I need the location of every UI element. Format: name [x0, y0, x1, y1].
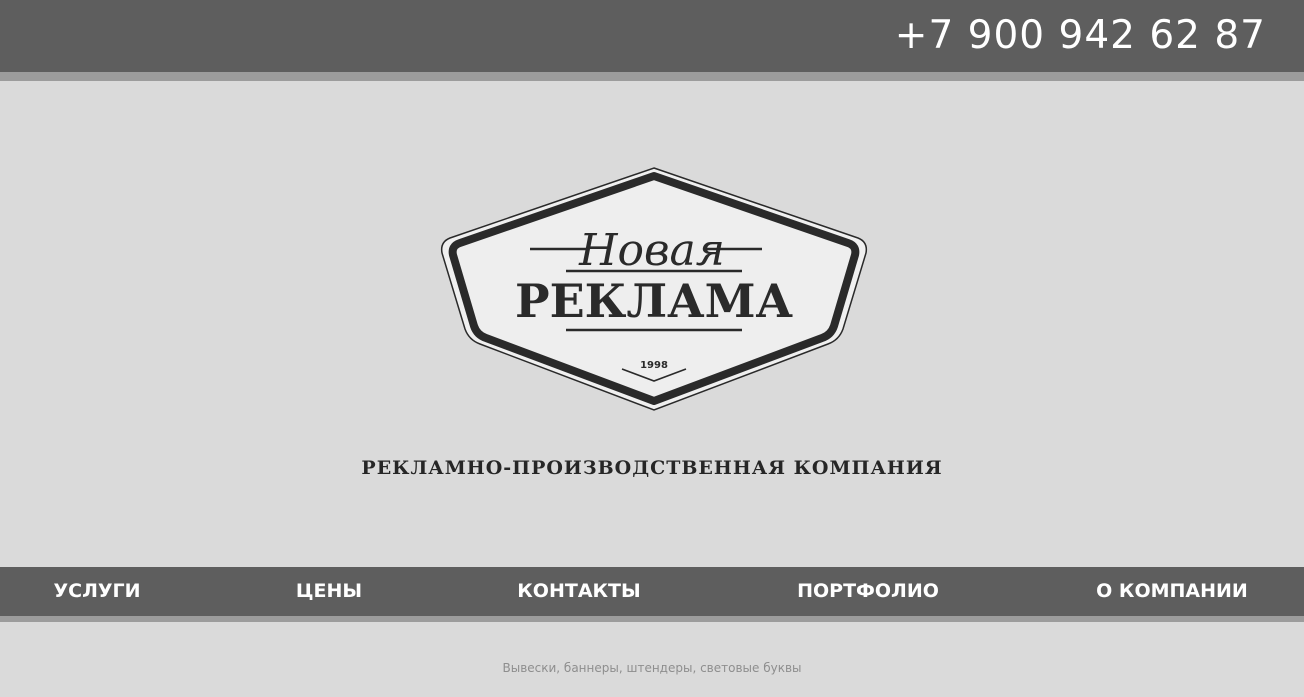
- nav-item-about[interactable]: О КОМПАНИИ: [1096, 567, 1248, 616]
- phone-number-link[interactable]: +7 900 942 62 87: [895, 13, 1266, 59]
- nav-item-prices[interactable]: ЦЕНЫ: [296, 567, 362, 616]
- logo-year-text: 1998: [640, 360, 668, 371]
- main-nav: УСЛУГИ ЦЕНЫ КОНТАКТЫ ПОРТФОЛИО О КОМПАНИ…: [0, 567, 1304, 616]
- footer-services-text: Вывески, баннеры, штендеры, световые бук…: [502, 661, 802, 675]
- header-stripe: [0, 72, 1304, 81]
- nav-item-portfolio[interactable]: ПОРТФОЛИО: [797, 567, 939, 616]
- nav-item-contacts[interactable]: КОНТАКТЫ: [517, 567, 640, 616]
- company-tagline: РЕКЛАМНО-ПРОИЗВОДСТВЕННАЯ КОМПАНИЯ: [361, 457, 943, 479]
- company-logo: Новая РЕКЛАМА 1998: [440, 167, 868, 411]
- nav-stripe: [0, 616, 1304, 622]
- logo-script-text: Новая: [578, 225, 725, 276]
- logo-main-text: РЕКЛАМА: [515, 274, 794, 328]
- nav-item-services[interactable]: УСЛУГИ: [53, 567, 140, 616]
- header-bar: +7 900 942 62 87: [0, 0, 1304, 72]
